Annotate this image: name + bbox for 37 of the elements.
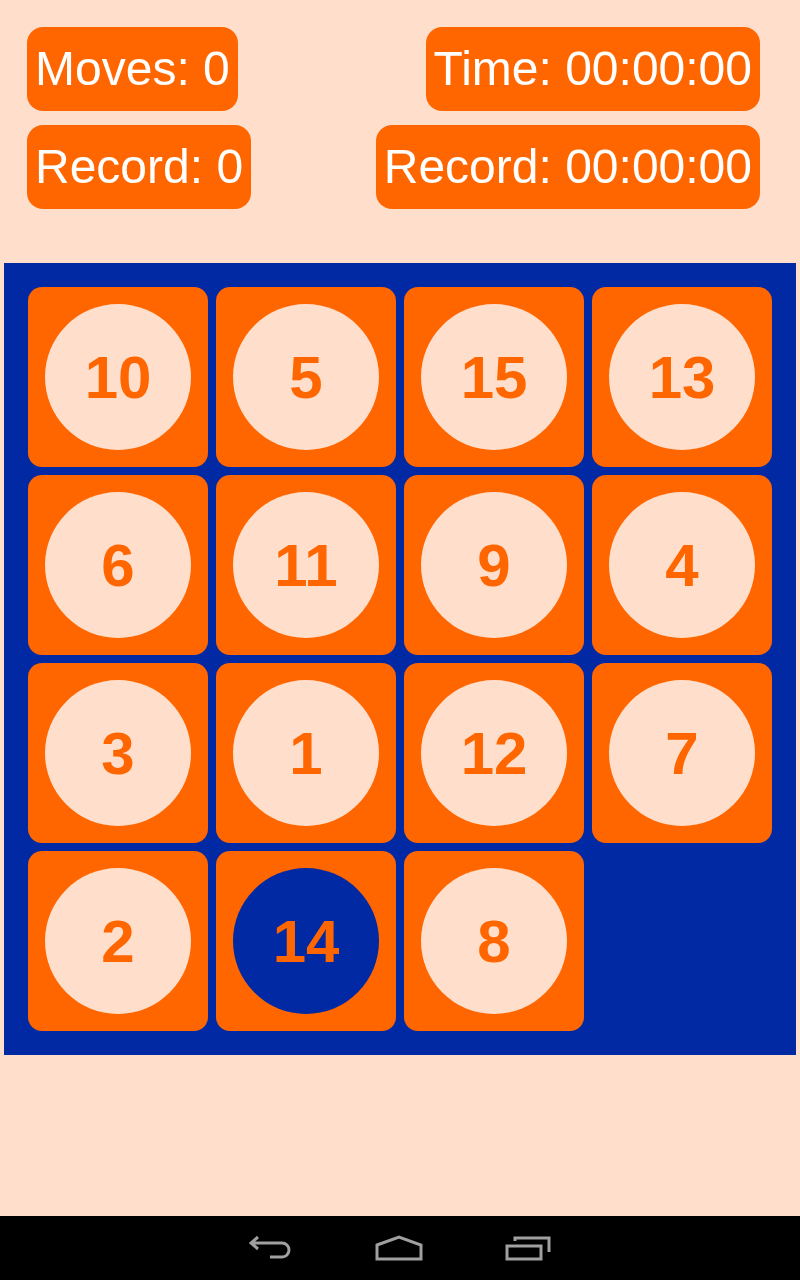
tile-number: 10 xyxy=(45,304,191,450)
tile-number: 9 xyxy=(421,492,567,638)
home-icon[interactable] xyxy=(375,1235,423,1261)
stat-label: Moves: 0 xyxy=(27,27,238,111)
puzzle-tile[interactable]: 2 xyxy=(28,851,208,1031)
tile-number: 14 xyxy=(233,868,379,1014)
puzzle-tile[interactable]: 10 xyxy=(28,287,208,467)
puzzle-tile[interactable]: 5 xyxy=(216,287,396,467)
puzzle-tile[interactable]: 6 xyxy=(28,475,208,655)
tile-number: 13 xyxy=(609,304,755,450)
tile-number: 8 xyxy=(421,868,567,1014)
recent-apps-icon[interactable] xyxy=(505,1235,551,1261)
puzzle-tile[interactable]: 1 xyxy=(216,663,396,843)
puzzle-tile[interactable]: 13 xyxy=(592,287,772,467)
tile-number: 6 xyxy=(45,492,191,638)
stat-label: Time: 00:00:00 xyxy=(425,27,760,111)
puzzle-tile[interactable]: 9 xyxy=(404,475,584,655)
puzzle-tile[interactable]: 11 xyxy=(216,475,396,655)
puzzle-tile[interactable]: 3 xyxy=(28,663,208,843)
tile-number: 4 xyxy=(609,492,755,638)
tile-number: 3 xyxy=(45,680,191,826)
tile-number: 7 xyxy=(609,680,755,826)
puzzle-tile[interactable]: 8 xyxy=(404,851,584,1031)
puzzle-tile[interactable]: 15 xyxy=(404,287,584,467)
stat-label: Record: 00:00:00 xyxy=(375,125,760,209)
tile-number: 12 xyxy=(421,680,567,826)
puzzle-tile[interactable]: 14 xyxy=(216,851,396,1031)
puzzle-tile[interactable]: 7 xyxy=(592,663,772,843)
tile-number: 11 xyxy=(233,492,379,638)
tile-number: 2 xyxy=(45,868,191,1014)
tile-number: 1 xyxy=(233,680,379,826)
back-icon[interactable] xyxy=(249,1235,293,1261)
tile-number: 5 xyxy=(233,304,379,450)
tile-number: 15 xyxy=(421,304,567,450)
puzzle-tile[interactable]: 4 xyxy=(592,475,772,655)
puzzle-tile[interactable]: 12 xyxy=(404,663,584,843)
stat-label: Record: 0 xyxy=(27,125,252,209)
